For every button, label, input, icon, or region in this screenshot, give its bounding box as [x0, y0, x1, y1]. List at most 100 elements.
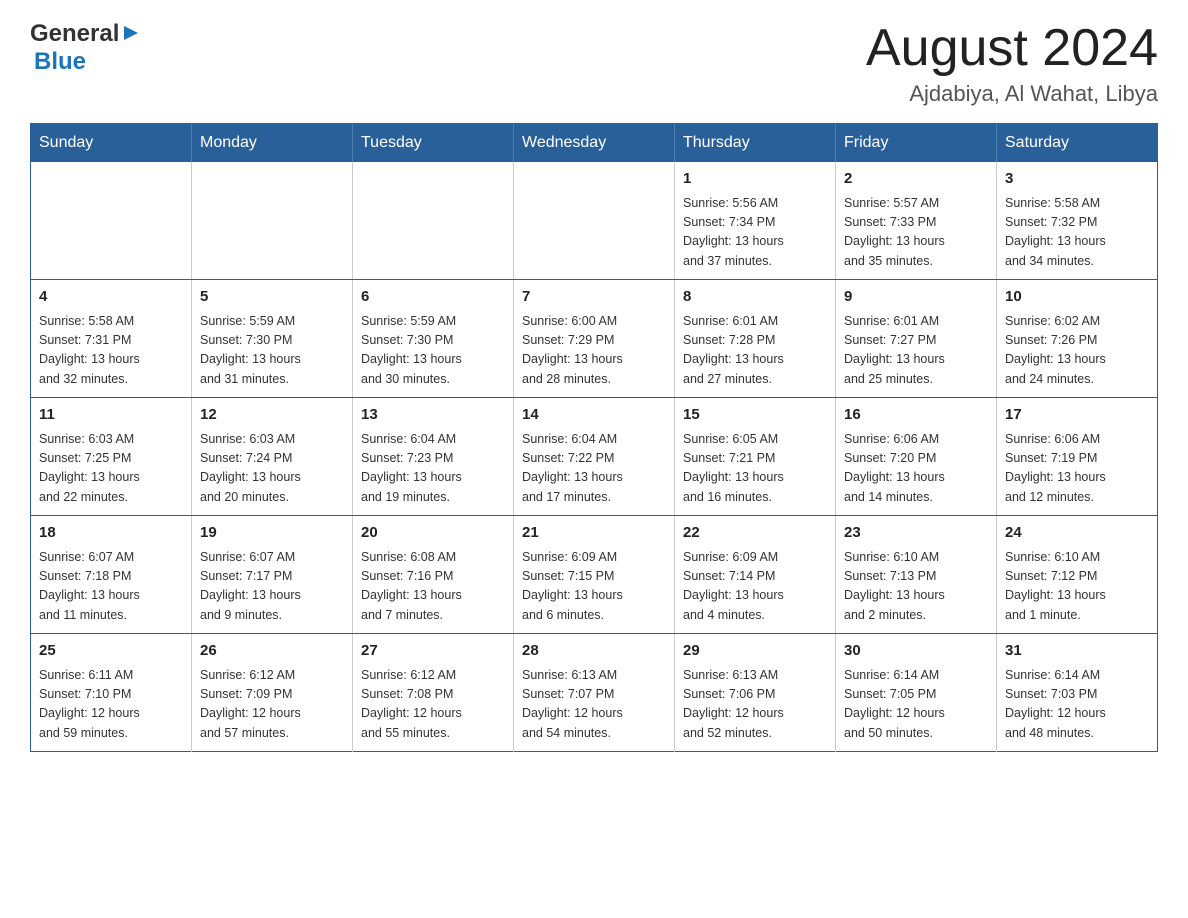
calendar-cell [353, 162, 514, 280]
day-number: 9 [844, 286, 988, 309]
day-info: Sunrise: 6:10 AM Sunset: 7:13 PM Dayligh… [844, 548, 988, 626]
calendar-week-5: 25 Sunrise: 6:11 AM Sunset: 7:10 PM Dayli… [31, 634, 1158, 752]
day-info: Sunrise: 6:10 AM Sunset: 7:12 PM Dayligh… [1005, 548, 1149, 626]
calendar-cell: 5 Sunrise: 5:59 AM Sunset: 7:30 PM Daylig… [192, 280, 353, 398]
day-number: 15 [683, 404, 827, 427]
calendar-week-3: 11 Sunrise: 6:03 AM Sunset: 7:25 PM Dayli… [31, 398, 1158, 516]
calendar-cell: 23Sunrise: 6:10 AM Sunset: 7:13 PM Dayli… [836, 516, 997, 634]
day-number: 20 [361, 522, 505, 545]
day-info: Sunrise: 6:02 AM Sunset: 7:26 PM Dayligh… [1005, 312, 1149, 390]
calendar-cell [31, 162, 192, 280]
month-title: August 2024 [866, 20, 1158, 77]
day-number: 17 [1005, 404, 1149, 427]
calendar-cell: 4Sunrise: 5:58 AM Sunset: 7:31 PM Daylig… [31, 280, 192, 398]
page-header: General Blue August 2024 Ajdabiya, Al Wa… [30, 20, 1158, 107]
day-number: 12 [200, 404, 344, 427]
day-info: Sunrise: 5:56 AM Sunset: 7:34 PM Dayligh… [683, 194, 827, 272]
day-info: Sunrise: 6:01 AM Sunset: 7:28 PM Dayligh… [683, 312, 827, 390]
title-section: August 2024 Ajdabiya, Al Wahat, Libya [866, 20, 1158, 107]
day-number: 11 [39, 404, 183, 427]
calendar-body: 1 Sunrise: 5:56 AM Sunset: 7:34 PM Daylig… [31, 162, 1158, 752]
day-info: Sunrise: 6:08 AM Sunset: 7:16 PM Dayligh… [361, 548, 505, 626]
logo-blue-text: Blue [34, 48, 86, 76]
day-info: Sunrise: 6:03 AM Sunset: 7:24 PM Dayligh… [200, 430, 344, 508]
calendar-cell: 16Sunrise: 6:06 AM Sunset: 7:20 PM Dayli… [836, 398, 997, 516]
calendar-cell: 21 Sunrise: 6:09 AM Sunset: 7:15 PM Dayli… [514, 516, 675, 634]
day-number: 30 [844, 640, 988, 663]
day-number: 13 [361, 404, 505, 427]
calendar-week-2: 4Sunrise: 5:58 AM Sunset: 7:31 PM Daylig… [31, 280, 1158, 398]
calendar-cell: 27 Sunrise: 6:12 AM Sunset: 7:08 PM Dayli… [353, 634, 514, 752]
day-info: Sunrise: 6:07 AM Sunset: 7:18 PM Dayligh… [39, 548, 183, 626]
day-info: Sunrise: 6:09 AM Sunset: 7:14 PM Dayligh… [683, 548, 827, 626]
calendar-cell: 1 Sunrise: 5:56 AM Sunset: 7:34 PM Daylig… [675, 162, 836, 280]
calendar-cell [514, 162, 675, 280]
day-number: 14 [522, 404, 666, 427]
day-info: Sunrise: 6:09 AM Sunset: 7:15 PM Dayligh… [522, 548, 666, 626]
calendar-cell: 24Sunrise: 6:10 AM Sunset: 7:12 PM Dayli… [997, 516, 1158, 634]
day-number: 7 [522, 286, 666, 309]
day-number: 22 [683, 522, 827, 545]
day-info: Sunrise: 6:04 AM Sunset: 7:23 PM Dayligh… [361, 430, 505, 508]
day-number: 27 [361, 640, 505, 663]
day-number: 2 [844, 168, 988, 191]
day-info: Sunrise: 6:13 AM Sunset: 7:07 PM Dayligh… [522, 666, 666, 744]
day-info: Sunrise: 6:07 AM Sunset: 7:17 PM Dayligh… [200, 548, 344, 626]
weekday-header-wednesday: Wednesday [514, 124, 675, 163]
day-info: Sunrise: 6:12 AM Sunset: 7:08 PM Dayligh… [361, 666, 505, 744]
logo-triangle-icon [120, 22, 142, 44]
day-number: 5 [200, 286, 344, 309]
day-number: 8 [683, 286, 827, 309]
calendar-week-4: 18 Sunrise: 6:07 AM Sunset: 7:18 PM Dayli… [31, 516, 1158, 634]
calendar-cell: 28 Sunrise: 6:13 AM Sunset: 7:07 PM Dayli… [514, 634, 675, 752]
calendar-cell: 8 Sunrise: 6:01 AM Sunset: 7:28 PM Daylig… [675, 280, 836, 398]
calendar-cell: 17 Sunrise: 6:06 AM Sunset: 7:19 PM Dayli… [997, 398, 1158, 516]
day-number: 6 [361, 286, 505, 309]
weekday-header-thursday: Thursday [675, 124, 836, 163]
calendar-cell: 22 Sunrise: 6:09 AM Sunset: 7:14 PM Dayli… [675, 516, 836, 634]
day-info: Sunrise: 6:03 AM Sunset: 7:25 PM Dayligh… [39, 430, 183, 508]
day-number: 1 [683, 168, 827, 191]
calendar-cell: 15 Sunrise: 6:05 AM Sunset: 7:21 PM Dayli… [675, 398, 836, 516]
day-number: 19 [200, 522, 344, 545]
calendar-cell: 19 Sunrise: 6:07 AM Sunset: 7:17 PM Dayli… [192, 516, 353, 634]
day-info: Sunrise: 6:11 AM Sunset: 7:10 PM Dayligh… [39, 666, 183, 744]
calendar-cell: 11 Sunrise: 6:03 AM Sunset: 7:25 PM Dayli… [31, 398, 192, 516]
calendar-cell: 18 Sunrise: 6:07 AM Sunset: 7:18 PM Dayli… [31, 516, 192, 634]
day-info: Sunrise: 6:05 AM Sunset: 7:21 PM Dayligh… [683, 430, 827, 508]
day-number: 4 [39, 286, 183, 309]
day-number: 21 [522, 522, 666, 545]
weekday-header-saturday: Saturday [997, 124, 1158, 163]
weekday-header-sunday: Sunday [31, 124, 192, 163]
day-number: 16 [844, 404, 988, 427]
calendar-cell: 12 Sunrise: 6:03 AM Sunset: 7:24 PM Dayli… [192, 398, 353, 516]
calendar-cell: 7Sunrise: 6:00 AM Sunset: 7:29 PM Daylig… [514, 280, 675, 398]
day-number: 3 [1005, 168, 1149, 191]
day-info: Sunrise: 6:14 AM Sunset: 7:05 PM Dayligh… [844, 666, 988, 744]
day-info: Sunrise: 6:04 AM Sunset: 7:22 PM Dayligh… [522, 430, 666, 508]
day-number: 28 [522, 640, 666, 663]
calendar-cell: 25 Sunrise: 6:11 AM Sunset: 7:10 PM Dayli… [31, 634, 192, 752]
day-number: 26 [200, 640, 344, 663]
calendar-cell: 10Sunrise: 6:02 AM Sunset: 7:26 PM Dayli… [997, 280, 1158, 398]
day-info: Sunrise: 5:57 AM Sunset: 7:33 PM Dayligh… [844, 194, 988, 272]
calendar-cell: 9 Sunrise: 6:01 AM Sunset: 7:27 PM Daylig… [836, 280, 997, 398]
calendar-cell: 6 Sunrise: 5:59 AM Sunset: 7:30 PM Daylig… [353, 280, 514, 398]
logo: General Blue [30, 20, 142, 76]
day-info: Sunrise: 5:59 AM Sunset: 7:30 PM Dayligh… [361, 312, 505, 390]
calendar-week-1: 1 Sunrise: 5:56 AM Sunset: 7:34 PM Daylig… [31, 162, 1158, 280]
day-info: Sunrise: 6:01 AM Sunset: 7:27 PM Dayligh… [844, 312, 988, 390]
calendar-header: SundayMondayTuesdayWednesdayThursdayFrid… [31, 124, 1158, 163]
day-number: 18 [39, 522, 183, 545]
location-subtitle: Ajdabiya, Al Wahat, Libya [866, 81, 1158, 107]
day-number: 31 [1005, 640, 1149, 663]
calendar-cell: 31 Sunrise: 6:14 AM Sunset: 7:03 PM Dayli… [997, 634, 1158, 752]
day-info: Sunrise: 5:59 AM Sunset: 7:30 PM Dayligh… [200, 312, 344, 390]
day-info: Sunrise: 6:06 AM Sunset: 7:19 PM Dayligh… [1005, 430, 1149, 508]
calendar-table: SundayMondayTuesdayWednesdayThursdayFrid… [30, 123, 1158, 752]
day-number: 25 [39, 640, 183, 663]
weekday-header-row: SundayMondayTuesdayWednesdayThursdayFrid… [31, 124, 1158, 163]
weekday-header-monday: Monday [192, 124, 353, 163]
day-info: Sunrise: 6:14 AM Sunset: 7:03 PM Dayligh… [1005, 666, 1149, 744]
calendar-cell: 20 Sunrise: 6:08 AM Sunset: 7:16 PM Dayli… [353, 516, 514, 634]
